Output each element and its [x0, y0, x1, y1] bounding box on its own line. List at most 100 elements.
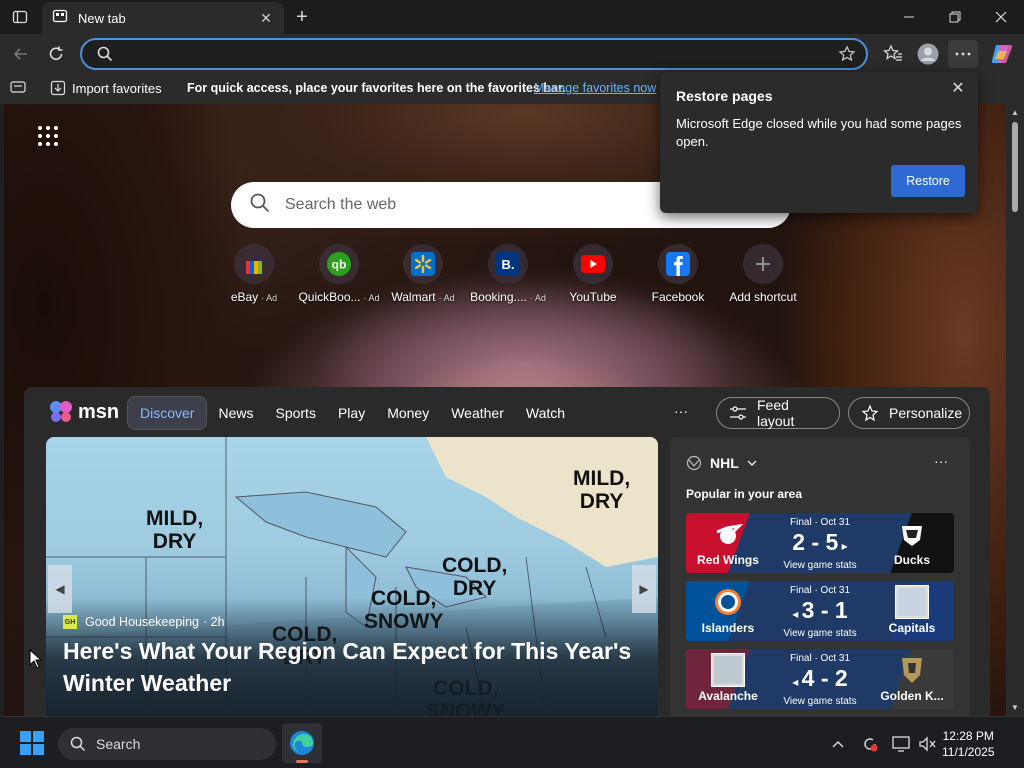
scroll-down-icon[interactable]: ▼	[1011, 703, 1019, 712]
close-window-icon[interactable]	[978, 0, 1024, 34]
minimize-icon[interactable]	[886, 0, 932, 34]
game-status: Final · Oct 31	[789, 517, 851, 528]
import-favorites-label: Import favorites	[72, 80, 162, 96]
tab-close-icon[interactable]: ✕	[258, 10, 274, 26]
notification-refresh-icon[interactable]	[860, 735, 880, 753]
close-icon[interactable]: ✕	[948, 78, 968, 98]
favorites-icon[interactable]	[878, 40, 908, 68]
red-wings-logo-icon	[711, 517, 745, 551]
game-score-row[interactable]: Avalanche Final · Oct 31 ◂ 4 - 2 View ga…	[686, 649, 954, 709]
view-game-stats-link[interactable]: View game stats	[770, 696, 870, 707]
shortcut-label: QuickBoo...	[298, 290, 361, 304]
avalanche-logo-icon	[711, 653, 745, 687]
title-bar: New tab ✕ +	[0, 0, 1024, 34]
tab-news[interactable]: News	[207, 397, 264, 429]
tab-watch[interactable]: Watch	[515, 397, 576, 429]
address-input[interactable]	[122, 44, 822, 64]
quickbooks-icon: qb	[319, 244, 359, 284]
clock-date: 11/1/2025	[942, 745, 995, 759]
import-favorites-button[interactable]: Import favorites	[50, 80, 162, 96]
shortcut-booking[interactable]: B. Booking.... · Ad	[466, 244, 550, 304]
shortcut-label: YouTube	[569, 290, 617, 304]
msn-logo[interactable]: msn	[48, 399, 119, 425]
home-team-name: Islanders	[701, 621, 755, 635]
shortcut-label: eBay	[230, 290, 259, 304]
away-team-name: Capitals	[888, 621, 936, 635]
source-name: Good Housekeeping	[85, 615, 199, 629]
edge-taskbar-icon[interactable]	[282, 723, 322, 763]
map-label: COLD,DRY	[442, 554, 508, 600]
game-score-row[interactable]: Islanders Final · Oct 31 ◂ 3 - 1 View ga…	[686, 581, 954, 641]
manage-favorites-link[interactable]: Manage favorites now	[534, 81, 656, 95]
restore-button[interactable]: Restore	[891, 165, 965, 197]
article-headline[interactable]: Here's What Your Region Can Expect for T…	[63, 635, 643, 699]
display-icon[interactable]	[891, 735, 911, 753]
league-selector[interactable]: NHL	[686, 455, 757, 471]
chevron-down-icon	[747, 460, 757, 466]
nhl-more-button[interactable]: ···	[934, 453, 948, 469]
settings-more-icon[interactable]	[948, 40, 978, 68]
clock-time: 12:28 PM	[942, 729, 994, 743]
away-team-name: Ducks	[893, 553, 931, 567]
tab-title: New tab	[78, 10, 126, 26]
new-tab-plus-icon[interactable]: +	[290, 6, 314, 28]
address-bar[interactable]	[80, 38, 868, 70]
tab-discover[interactable]: Discover	[127, 396, 208, 430]
restore-pages-popup: Restore pages Microsoft Edge closed whil…	[660, 72, 978, 213]
shortcut-facebook[interactable]: Facebook	[636, 244, 720, 304]
windows-start-icon[interactable]	[20, 731, 44, 755]
favorite-star-icon[interactable]	[838, 45, 856, 68]
app-launcher-icon[interactable]	[36, 124, 60, 148]
back-arrow-icon[interactable]	[6, 40, 36, 68]
good-housekeeping-logo: GH	[63, 615, 77, 629]
web-search-input[interactable]	[285, 196, 725, 214]
shortcut-youtube[interactable]: YouTube	[551, 244, 635, 304]
tab-weather[interactable]: Weather	[440, 397, 515, 429]
carousel-prev-icon[interactable]: ◀	[48, 565, 72, 613]
ducks-logo-icon	[895, 517, 929, 551]
tab-money[interactable]: Money	[376, 397, 440, 429]
scroll-up-icon[interactable]: ▲	[1011, 108, 1019, 117]
restore-window-icon[interactable]	[932, 0, 978, 34]
feed-layout-button[interactable]: Feed layout	[716, 397, 840, 429]
game-score-row[interactable]: Red Wings Final · Oct 31 2 - 5 ▸ View ga…	[686, 513, 954, 573]
refresh-icon[interactable]	[41, 40, 71, 68]
hero-article-card[interactable]: MILD,DRY MILD,DRY COLD,DRY COLD,SNOWY CO…	[46, 437, 658, 716]
shortcut-quickbooks[interactable]: qb QuickBoo... · Ad	[297, 244, 381, 304]
personalize-label: Personalize	[889, 405, 963, 421]
chevron-up-icon[interactable]	[828, 735, 848, 753]
facebook-icon	[658, 244, 698, 284]
walmart-icon	[403, 244, 443, 284]
copilot-icon[interactable]	[987, 40, 1017, 68]
capitals-logo-icon	[895, 585, 929, 619]
profile-avatar-icon[interactable]	[913, 40, 943, 68]
shortcut-ebay[interactable]: eBay · Ad	[212, 244, 296, 304]
league-name: NHL	[710, 455, 739, 471]
tab-play[interactable]: Play	[327, 397, 376, 429]
golden-knights-logo-icon	[895, 653, 929, 687]
system-clock[interactable]: 12:28 PM 11/1/2025	[942, 728, 995, 760]
taskbar-search-box[interactable]: Search	[58, 728, 276, 760]
add-shortcut-button[interactable]: Add shortcut	[721, 244, 805, 304]
speaker-muted-icon[interactable]	[917, 735, 937, 753]
game-status: Final · Oct 31	[789, 585, 851, 596]
view-game-stats-link[interactable]: View game stats	[770, 560, 870, 571]
ad-label: · Ad	[363, 293, 380, 303]
nav-more-button[interactable]: ···	[674, 403, 688, 419]
tab-actions-icon[interactable]	[8, 6, 32, 28]
game-score: 2 - 5 ▸	[792, 529, 848, 555]
shortcut-walmart[interactable]: Walmart · Ad	[381, 244, 465, 304]
view-game-stats-link[interactable]: View game stats	[770, 628, 870, 639]
tab-new-tab[interactable]: New tab ✕	[42, 2, 284, 34]
taskbar: Search 12:28 PM 11/1/2025	[0, 716, 1024, 768]
personalize-button[interactable]: Personalize	[848, 397, 970, 429]
msn-wordmark: msn	[78, 400, 120, 423]
scrollbar-thumb[interactable]	[1012, 122, 1018, 212]
carousel-next-icon[interactable]: ▶	[632, 565, 656, 613]
tab-sports[interactable]: Sports	[264, 397, 326, 429]
new-tab-page-icon	[52, 8, 68, 29]
quick-links: eBay · Ad qb QuickBoo... · Ad Walmart · Ad …	[224, 244, 814, 314]
search-icon	[96, 45, 114, 68]
vertical-scrollbar[interactable]: ▲ ▼	[1006, 104, 1024, 716]
favorites-bar-toggle-icon[interactable]	[10, 80, 26, 94]
